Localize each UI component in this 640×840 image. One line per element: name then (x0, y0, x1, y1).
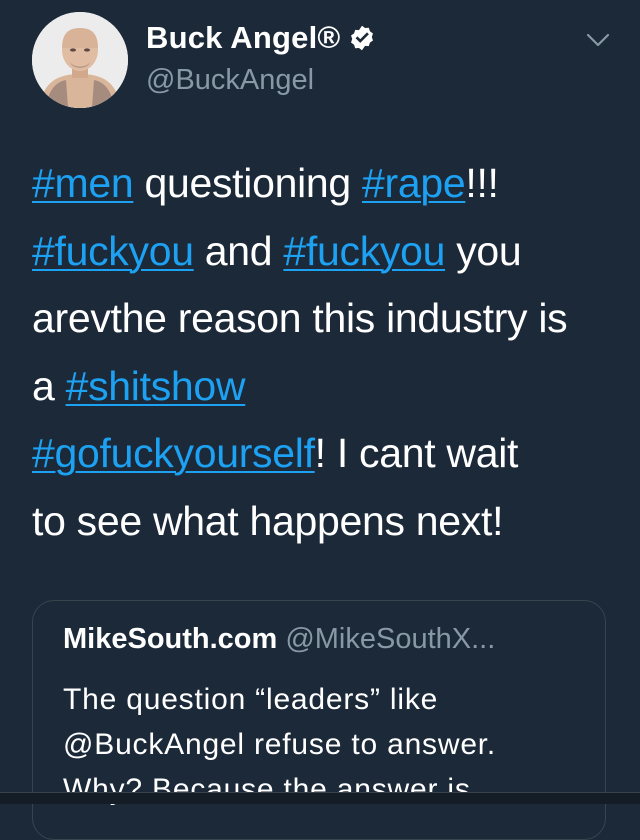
author-handle[interactable]: @BuckAngel (146, 64, 314, 97)
verified-badge-icon (351, 25, 374, 51)
hashtag-link[interactable]: #men (32, 160, 134, 206)
hashtag-link[interactable]: #rape (362, 160, 466, 206)
tweet-text-segment: to see what happens next! (32, 497, 504, 544)
tweet-text-line: to see what happens next! (32, 488, 622, 556)
tweet-text-segment: !!! (465, 160, 499, 206)
hashtag-link[interactable]: #fuckyou (32, 228, 194, 274)
hashtag-link[interactable]: #fuckyou (283, 228, 445, 274)
quoted-author-handle: @MikeSouthX... (285, 623, 496, 655)
chevron-down-icon[interactable] (586, 30, 610, 50)
tweet-header: Buck Angel® @BuckAngel (0, 0, 640, 120)
tweet-text-segment: arevthe reason this industry is (32, 295, 568, 341)
tweet-text-line: arevthe reason this industry is (32, 285, 622, 353)
tweet-text-line: #fuckyou and #fuckyou you (32, 218, 622, 286)
hashtag-link[interactable]: #shitshow (66, 363, 246, 409)
tweet-text-segment: questioning (133, 160, 362, 206)
avatar-photo-icon (32, 12, 128, 108)
tweet-text-line: #gofuckyourself! I cant wait (32, 420, 622, 488)
avatar[interactable] (32, 12, 128, 108)
author-name-row[interactable]: Buck Angel® (146, 20, 376, 56)
tweet-text: #men questioning #rape!!! #fuckyou and #f… (32, 150, 622, 555)
tweet-text-segment: and (193, 227, 284, 274)
bottom-bar (0, 792, 640, 804)
quoted-tweet-header: MikeSouth.com @MikeSouthX... (63, 623, 495, 656)
tweet-text-line: a #shitshow (32, 353, 622, 421)
tweet-text-segment: you (445, 227, 522, 274)
quoted-text-line: Why? Because the answer is (63, 773, 471, 806)
author-display-name[interactable]: Buck Angel® (146, 20, 340, 56)
quoted-text-line: @BuckAngel refuse to answer. (63, 728, 497, 761)
quoted-text-line: The question “leaders” like (63, 683, 439, 716)
quoted-author-name: MikeSouth.com (63, 623, 278, 655)
tweet-text-segment: a (32, 362, 66, 409)
tweet-text-segment: ! I cant wait (314, 430, 519, 476)
hashtag-link[interactable]: #gofuckyourself (32, 430, 315, 476)
tweet-text-line: #men questioning #rape!!! (32, 150, 622, 218)
quoted-tweet-card[interactable]: MikeSouth.com @MikeSouthX... The question… (32, 600, 606, 840)
